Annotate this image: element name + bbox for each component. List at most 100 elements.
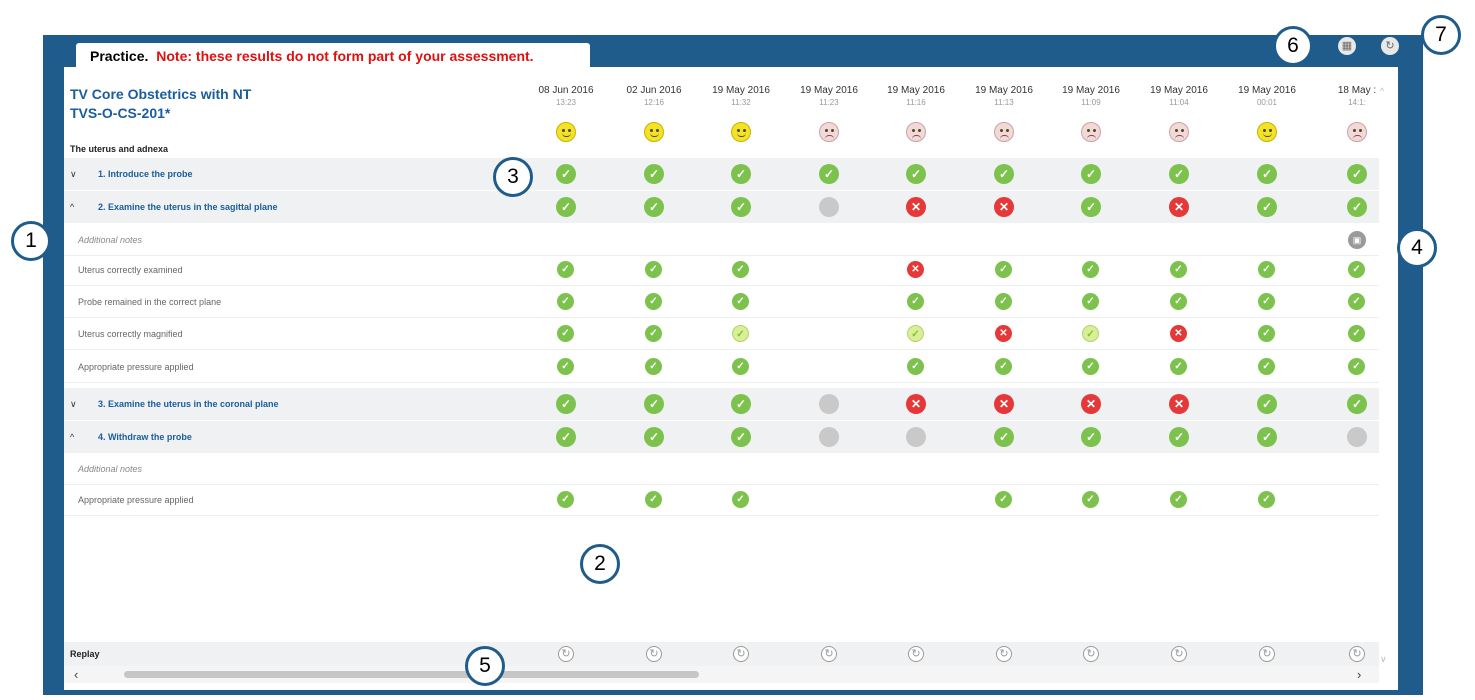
expand-chevron-icon[interactable]: ∨	[70, 388, 77, 420]
pass-check-icon: ✓	[731, 427, 751, 447]
step-row[interactable]: ∨ 1. Introduce the probe ✓ ✓ ✓ ✓ ✓ ✓ ✓ ✓ ✓ ✓	[64, 158, 1379, 190]
happy-face-icon	[556, 122, 576, 142]
session-column-header[interactable]: 19 May 2016 11:23	[794, 85, 864, 107]
module-code: TVS-O-CS-201*	[70, 105, 171, 121]
replay-icon[interactable]: ↻	[1259, 646, 1275, 662]
session-column-header[interactable]: 19 May 2016 11:13	[969, 85, 1039, 107]
step-row[interactable]: ∨ 3. Examine the uterus in the coronal pl…	[64, 388, 1379, 420]
criterion-row: Uterus correctly examined ✓ ✓ ✓ ✕ ✓ ✓ ✓ ✓ ✓	[64, 254, 1379, 286]
session-time: 11:09	[1081, 98, 1101, 107]
session-column-header[interactable]: 19 May 2016 11:32	[706, 85, 776, 107]
pass-check-icon: ✓	[1169, 164, 1189, 184]
pass-check-icon: ✓	[995, 491, 1012, 508]
refresh-icon[interactable]: ↻	[1381, 37, 1399, 55]
step-row[interactable]: ^ 4. Withdraw the probe ✓ ✓ ✓ ✓ ✓ ✓ ✓	[64, 421, 1379, 453]
replay-icon[interactable]: ↻	[646, 646, 662, 662]
pass-check-icon: ✓	[1170, 491, 1187, 508]
pass-check-icon: ✓	[645, 491, 662, 508]
row-label: Additional notes	[78, 235, 143, 245]
criterion-row: Appropriate pressure applied ✓ ✓ ✓ ✓ ✓ ✓ ✓ ✓ ✓	[64, 351, 1379, 383]
callout-5: 5	[465, 646, 505, 686]
fail-cross-icon: ✕	[995, 325, 1012, 342]
not-attempted-icon	[819, 394, 839, 414]
session-time: 00:01	[1256, 98, 1278, 107]
row-label: 2. Examine the uterus in the sagittal pl…	[98, 202, 278, 212]
session-date: 19 May 2016	[1062, 85, 1120, 96]
sad-face-icon	[1169, 122, 1189, 142]
fail-cross-icon: ✕	[1170, 325, 1187, 342]
pass-check-icon: ✓	[731, 197, 751, 217]
pass-check-icon: ✓	[1347, 394, 1367, 414]
pass-check-icon: ✓	[644, 164, 664, 184]
pass-check-icon: ✓	[994, 164, 1014, 184]
pass-check-icon: ✓	[556, 427, 576, 447]
criterion-row: Appropriate pressure applied ✓ ✓ ✓ ✓ ✓ ✓ ✓	[64, 484, 1379, 516]
replay-icon[interactable]: ↻	[558, 646, 574, 662]
callout-2: 2	[580, 544, 620, 584]
replay-icon[interactable]: ↻	[733, 646, 749, 662]
pass-check-icon: ✓	[644, 197, 664, 217]
pass-check-icon: ✓	[645, 261, 662, 278]
scroll-thumb[interactable]	[124, 671, 699, 678]
pass-check-icon: ✓	[557, 293, 574, 310]
session-date: 19 May 2016	[975, 85, 1033, 96]
not-attempted-icon	[1347, 427, 1367, 447]
collapse-chevron-icon[interactable]: ^	[70, 421, 74, 453]
session-column-header[interactable]: 19 May 2016 11:04	[1144, 85, 1214, 107]
pass-check-icon: ✓	[1258, 491, 1275, 508]
replay-icon[interactable]: ↻	[1171, 646, 1187, 662]
pass-check-icon: ✓	[557, 325, 574, 342]
session-column-header[interactable]: 19 May 2016 11:09	[1056, 85, 1126, 107]
row-label: Appropriate pressure applied	[78, 362, 194, 372]
pass-check-icon: ✓	[557, 491, 574, 508]
image-note-icon[interactable]: ▣	[1348, 231, 1366, 249]
pass-check-icon: ✓	[1348, 358, 1365, 375]
session-column-header[interactable]: 02 Jun 2016 12:16	[619, 85, 689, 107]
pass-check-icon: ✓	[1170, 358, 1187, 375]
pass-check-icon: ✓	[1257, 394, 1277, 414]
sad-face-icon	[819, 122, 839, 142]
pass-check-icon: ✓	[819, 164, 839, 184]
replay-icon[interactable]: ↻	[821, 646, 837, 662]
section-label: The uterus and adnexa	[70, 144, 169, 154]
pass-check-icon: ✓	[1082, 261, 1099, 278]
tab-label: Practice.	[90, 48, 149, 64]
partial-check-icon: ✓	[907, 325, 924, 342]
row-label: Probe remained in the correct plane	[78, 297, 222, 307]
pass-check-icon: ✓	[732, 293, 749, 310]
session-column-header[interactable]: 19 May 2016 00:01	[1232, 85, 1302, 107]
pass-check-icon: ✓	[1081, 197, 1101, 217]
step-row[interactable]: ^ 2. Examine the uterus in the sagittal p…	[64, 191, 1379, 223]
row-label: Uterus correctly examined	[78, 265, 183, 275]
replay-icon[interactable]: ↻	[1349, 646, 1365, 662]
replay-icon[interactable]: ↻	[1083, 646, 1099, 662]
replay-icon[interactable]: ↻	[908, 646, 924, 662]
session-column-header[interactable]: 08 Jun 2016 13:23	[531, 85, 601, 107]
scroll-down-icon[interactable]: ∨	[1380, 654, 1387, 665]
fail-cross-icon: ✕	[994, 197, 1014, 217]
happy-face-icon	[1257, 122, 1277, 142]
additional-notes-row: Additional notes	[64, 453, 1379, 485]
additional-notes-row: Additional notes ▣	[64, 224, 1379, 256]
replay-icon[interactable]: ↻	[996, 646, 1012, 662]
practice-tab[interactable]: Practice. Note: these results do not for…	[76, 43, 590, 69]
scroll-left-icon[interactable]: ‹	[74, 666, 78, 683]
scroll-right-icon[interactable]: ›	[1357, 666, 1361, 683]
pass-check-icon: ✓	[1082, 358, 1099, 375]
pass-check-icon: ✓	[1082, 491, 1099, 508]
pass-check-icon: ✓	[645, 293, 662, 310]
collapse-chevron-icon[interactable]: ^	[70, 191, 74, 223]
pass-check-icon: ✓	[907, 358, 924, 375]
grid-icon[interactable]: ▦	[1338, 37, 1356, 55]
row-label: Appropriate pressure applied	[78, 495, 194, 505]
pass-check-icon: ✓	[907, 293, 924, 310]
expand-chevron-icon[interactable]: ∨	[70, 158, 77, 190]
session-column-header[interactable]: 19 May 2016 11:16	[881, 85, 951, 107]
pass-check-icon: ✓	[994, 427, 1014, 447]
fail-cross-icon: ✕	[906, 394, 926, 414]
scroll-up-icon[interactable]: ^	[1380, 86, 1384, 96]
pass-check-icon: ✓	[1348, 293, 1365, 310]
horizontal-scrollbar[interactable]: ‹ ›	[64, 666, 1379, 683]
fail-cross-icon: ✕	[907, 261, 924, 278]
vertical-scrollbar[interactable]: ^ ∨	[1380, 84, 1390, 669]
